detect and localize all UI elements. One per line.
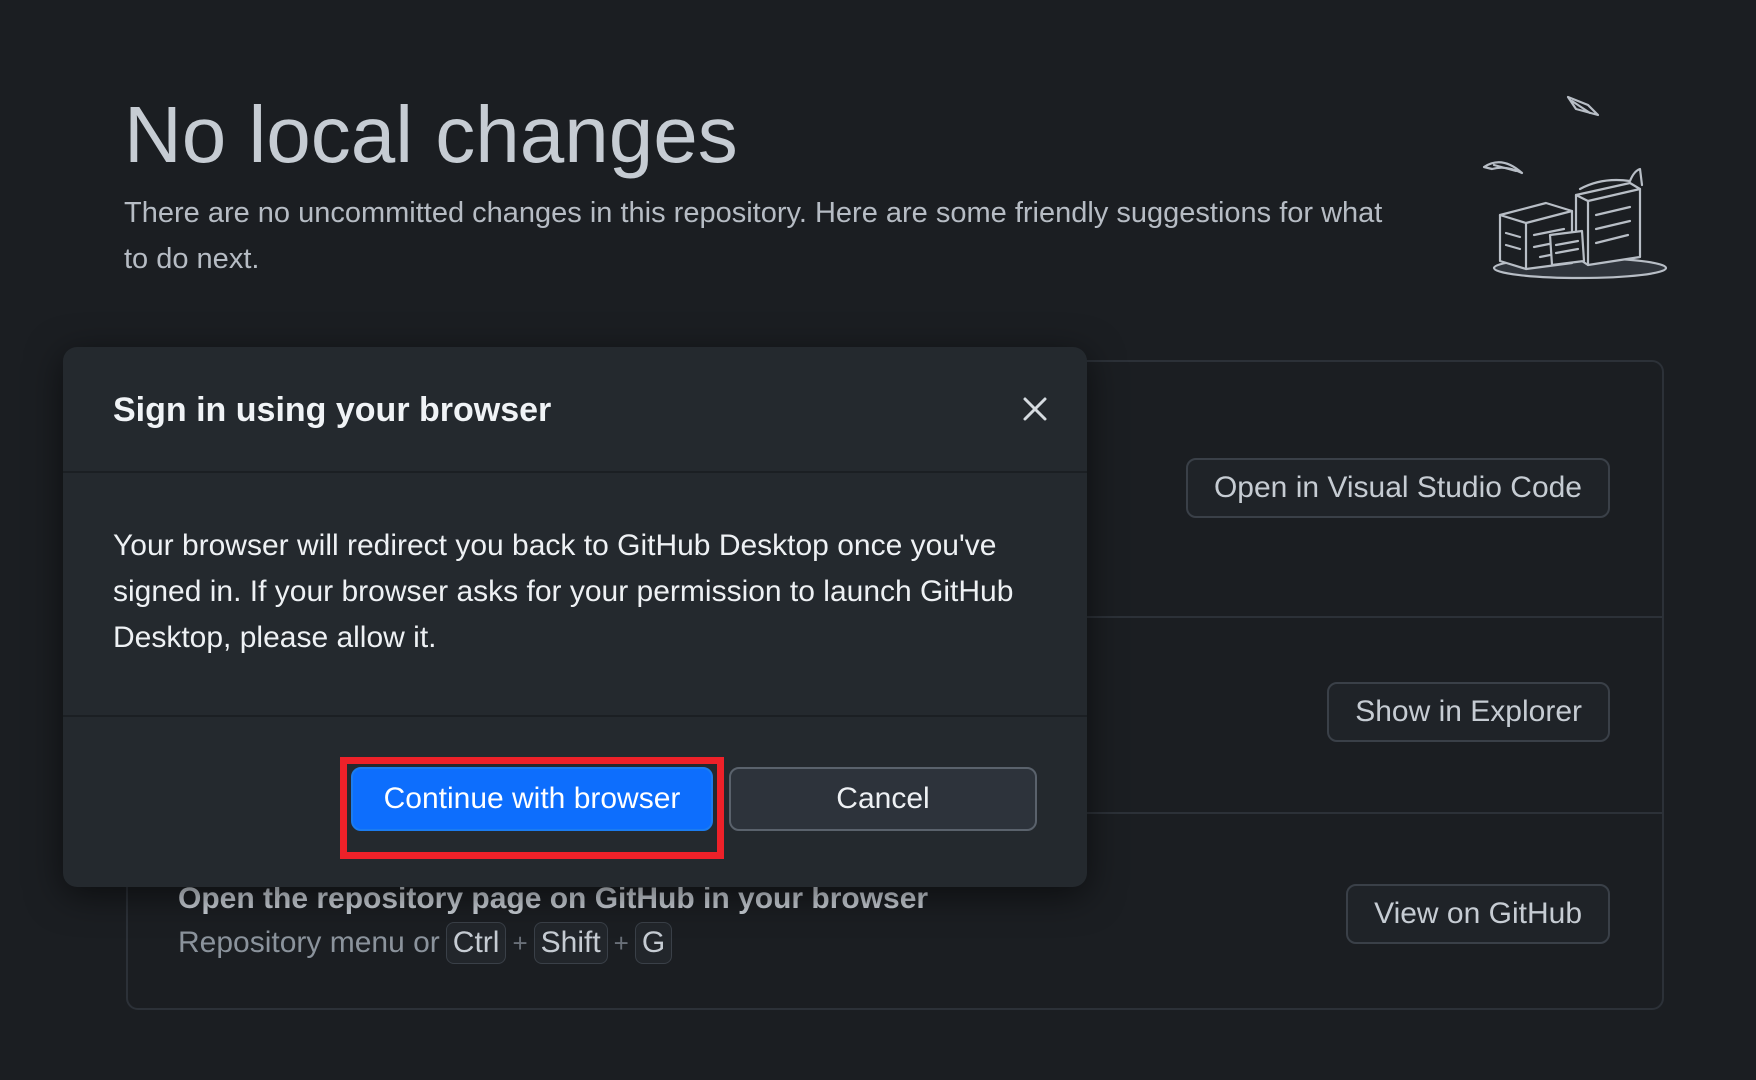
- key-separator: +: [512, 927, 528, 958]
- dialog-footer: Continue with browser Cancel: [63, 715, 1087, 887]
- view-on-github-button[interactable]: View on GitHub: [1346, 884, 1610, 944]
- no-changes-title: No local changes: [124, 90, 738, 179]
- dialog-title: Sign in using your browser: [113, 391, 552, 429]
- shortcut-prefix: Repository menu or: [178, 926, 440, 959]
- sign-in-dialog: Sign in using your browser Your browser …: [63, 347, 1087, 887]
- empty-repo-illustration: [1480, 85, 1680, 285]
- dialog-header: Sign in using your browser: [63, 347, 1087, 473]
- keyboard-shortcut-hint: Repository menu or Ctrl + Shift + G: [178, 922, 673, 964]
- show-in-explorer-button[interactable]: Show in Explorer: [1327, 682, 1610, 742]
- key-ctrl: Ctrl: [445, 922, 507, 964]
- dialog-message: Your browser will redirect you back to G…: [113, 529, 1014, 654]
- continue-with-browser-button[interactable]: Continue with browser: [351, 767, 713, 831]
- suggestion-title: Open the repository page on GitHub in yo…: [178, 882, 929, 915]
- open-in-vscode-button[interactable]: Open in Visual Studio Code: [1185, 458, 1610, 518]
- no-changes-description: There are no uncommitted changes in this…: [124, 197, 1383, 275]
- github-desktop-window: No local changes There are no uncommitte…: [0, 0, 1756, 1080]
- close-icon[interactable]: [1013, 387, 1057, 431]
- key-g: G: [634, 922, 673, 964]
- cancel-button[interactable]: Cancel: [729, 767, 1037, 831]
- key-separator: +: [613, 927, 629, 958]
- key-shift: Shift: [533, 922, 608, 964]
